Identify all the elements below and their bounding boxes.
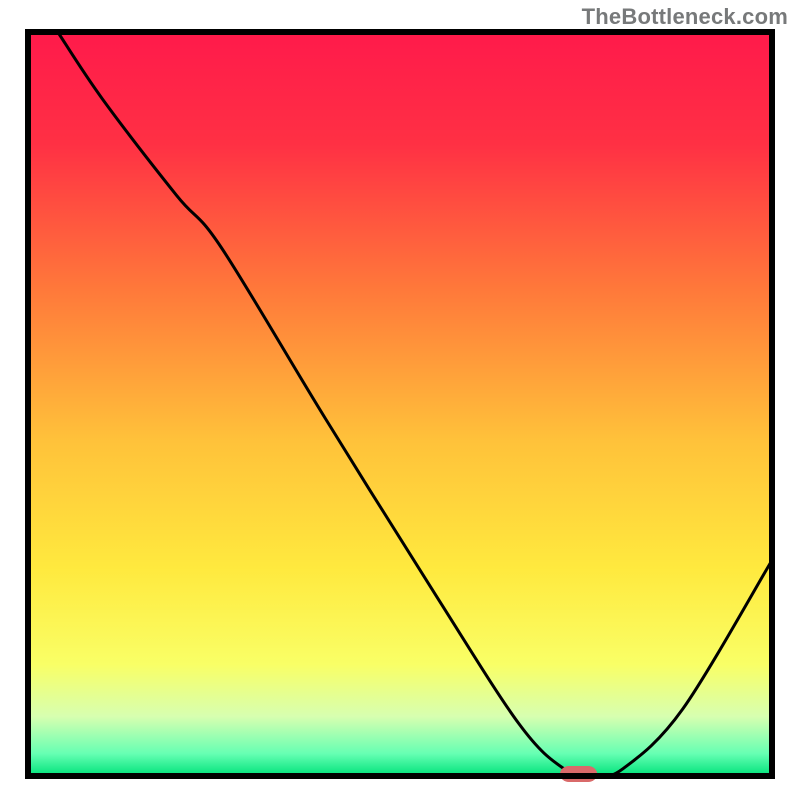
gradient-background — [28, 32, 772, 776]
bottleneck-chart — [0, 0, 800, 800]
watermark-text: TheBottleneck.com — [582, 4, 788, 30]
